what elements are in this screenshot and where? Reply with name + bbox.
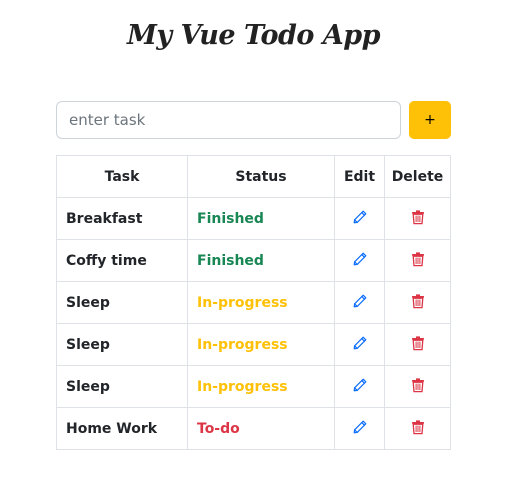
trash-icon[interactable] bbox=[410, 335, 426, 351]
header-status: Status bbox=[187, 155, 335, 198]
trash-icon[interactable] bbox=[410, 377, 426, 393]
edit-cell bbox=[334, 323, 385, 366]
header-edit: Edit bbox=[334, 155, 385, 198]
table-row: Sleep In-progress bbox=[56, 365, 451, 408]
delete-cell bbox=[384, 407, 451, 450]
task-name: Sleep bbox=[56, 365, 188, 408]
table-row: Breakfast Finished bbox=[56, 197, 451, 240]
add-task-button[interactable]: + bbox=[409, 101, 451, 139]
trash-icon[interactable] bbox=[410, 209, 426, 225]
todo-table-body: Breakfast Finished Coffy time Finished Sle… bbox=[56, 197, 451, 450]
table-header-row: Task Status Edit Delete bbox=[56, 155, 451, 198]
edit-cell bbox=[334, 281, 385, 324]
delete-cell bbox=[384, 281, 451, 324]
table-row: Sleep In-progress bbox=[56, 281, 451, 324]
task-input[interactable] bbox=[56, 101, 401, 139]
app-container: My Vue Todo App + Task Status Edit Delet… bbox=[0, 0, 507, 477]
task-name: Sleep bbox=[56, 323, 188, 366]
pencil-icon[interactable] bbox=[352, 377, 368, 393]
table-row: Home Work To-do bbox=[56, 407, 451, 450]
header-delete: Delete bbox=[384, 155, 451, 198]
task-status[interactable]: Finished bbox=[187, 239, 335, 282]
pencil-icon[interactable] bbox=[352, 293, 368, 309]
pencil-icon[interactable] bbox=[352, 251, 368, 267]
edit-cell bbox=[334, 365, 385, 408]
task-status[interactable]: Finished bbox=[187, 197, 335, 240]
task-status[interactable]: In-progress bbox=[187, 365, 335, 408]
task-name: Home Work bbox=[56, 407, 188, 450]
edit-cell bbox=[334, 239, 385, 282]
table-row: Coffy time Finished bbox=[56, 239, 451, 282]
task-status[interactable]: To-do bbox=[187, 407, 335, 450]
delete-cell bbox=[384, 239, 451, 282]
edit-cell bbox=[334, 407, 385, 450]
trash-icon[interactable] bbox=[410, 419, 426, 435]
header-task: Task bbox=[56, 155, 188, 198]
task-name: Breakfast bbox=[56, 197, 188, 240]
pencil-icon[interactable] bbox=[352, 419, 368, 435]
app-title: My Vue Todo App bbox=[127, 20, 380, 51]
pencil-icon[interactable] bbox=[352, 335, 368, 351]
delete-cell bbox=[384, 197, 451, 240]
table-row: Sleep In-progress bbox=[56, 323, 451, 366]
edit-cell bbox=[334, 197, 385, 240]
delete-cell bbox=[384, 365, 451, 408]
task-status[interactable]: In-progress bbox=[187, 281, 335, 324]
delete-cell bbox=[384, 323, 451, 366]
task-name: Coffy time bbox=[56, 239, 188, 282]
task-status[interactable]: In-progress bbox=[187, 323, 335, 366]
todo-table: Task Status Edit Delete Breakfast Finishe… bbox=[56, 155, 451, 450]
trash-icon[interactable] bbox=[410, 293, 426, 309]
pencil-icon[interactable] bbox=[352, 209, 368, 225]
task-name: Sleep bbox=[56, 281, 188, 324]
trash-icon[interactable] bbox=[410, 251, 426, 267]
